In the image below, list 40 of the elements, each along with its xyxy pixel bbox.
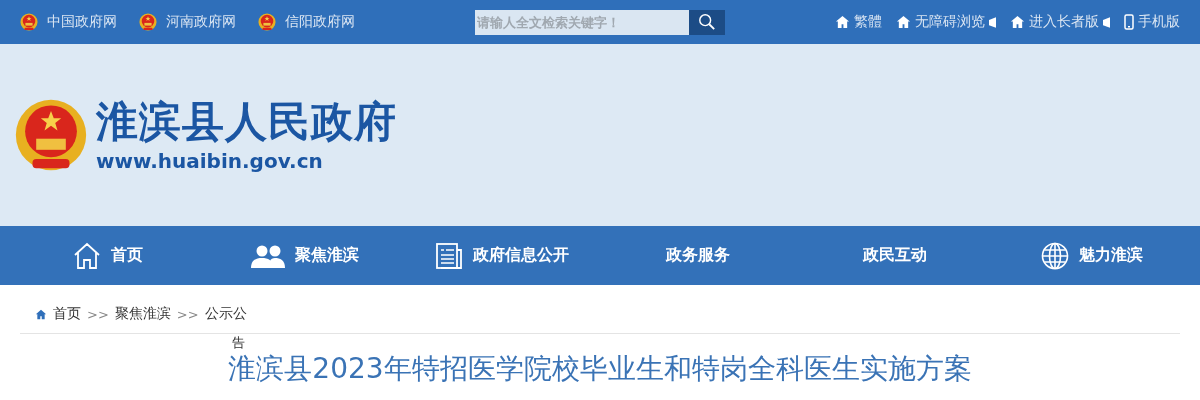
home-icon <box>896 15 911 29</box>
home-icon <box>1010 15 1025 29</box>
nav-link[interactable]: 聚焦淮滨 <box>295 245 359 266</box>
breadcrumb-link[interactable]: 聚焦淮滨 <box>114 305 171 323</box>
globe-icon <box>1040 241 1069 270</box>
breadcrumb-link[interactable]: 公示公 <box>204 305 247 323</box>
document-icon <box>434 241 463 270</box>
nav-link[interactable]: 政民互动 <box>863 245 927 266</box>
nav-link[interactable]: 政务服务 <box>666 245 731 266</box>
house-icon <box>73 241 102 270</box>
search-icon <box>698 13 716 31</box>
nav-link[interactable]: 首页 <box>111 245 144 266</box>
breadcrumb-overflow-text: 告 <box>232 335 245 350</box>
article-title: 淮滨县2023年特招医学院校毕业生和特岗全科医生实施方案 <box>228 352 972 386</box>
top-link[interactable]: 手机版 <box>1138 13 1180 31</box>
search-button[interactable] <box>689 9 725 35</box>
home-icon <box>835 15 850 29</box>
emblem-icon <box>258 13 276 31</box>
search-field[interactable]: 请输人全文检索关键字！ <box>475 9 689 35</box>
top-link[interactable]: 繁體 <box>854 13 882 31</box>
nav-link[interactable]: 魅力淮滨 <box>1078 245 1143 266</box>
site-title: 淮滨县人民政府 <box>96 96 397 148</box>
gov-link[interactable]: 信阳政府网 <box>285 13 355 31</box>
flag-icon <box>1103 16 1110 28</box>
site-url: www.huaibin.gov.cn <box>96 148 324 174</box>
home-icon <box>35 308 47 320</box>
phone-icon <box>1124 14 1134 30</box>
emblem-icon <box>139 13 157 31</box>
breadcrumb-separator: >> <box>87 306 109 322</box>
breadcrumb-link[interactable]: 首页 <box>53 305 81 323</box>
nav-link[interactable]: 政府信息公开 <box>472 245 569 266</box>
gov-link[interactable]: 中国政府网 <box>47 13 117 31</box>
top-link[interactable]: 无障碍浏览 <box>915 13 985 31</box>
breadcrumb-separator: >> <box>176 306 199 322</box>
national-emblem-icon <box>14 97 88 173</box>
gov-link[interactable]: 河南政府网 <box>166 13 236 31</box>
people-icon <box>251 243 285 268</box>
top-link[interactable]: 进入长者版 <box>1029 13 1099 31</box>
flag-icon <box>989 16 996 28</box>
emblem-icon <box>20 13 38 31</box>
